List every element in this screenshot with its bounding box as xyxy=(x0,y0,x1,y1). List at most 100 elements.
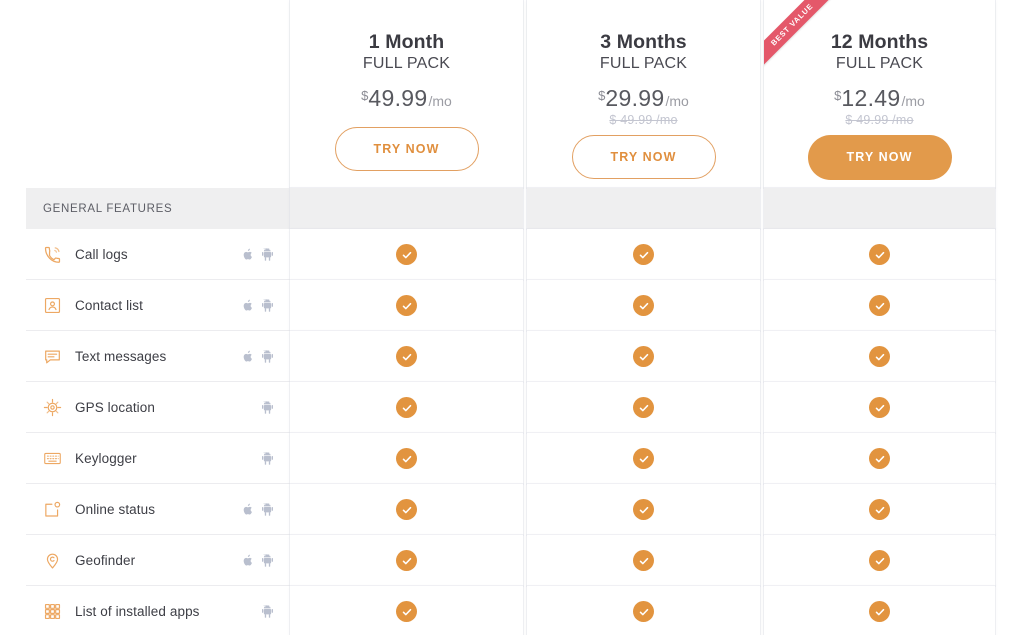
plan-cards-row: 1 Month FULL PACK $49.99/mo TRY NOW 3 Months… xyxy=(0,0,1024,188)
apple-icon xyxy=(243,554,254,567)
android-icon xyxy=(262,604,273,618)
check-icon xyxy=(869,601,890,622)
check-icon xyxy=(869,244,890,265)
android-icon xyxy=(262,298,273,312)
section-header-label: GENERAL FEATURES xyxy=(26,188,290,229)
plan-old-price: $ 49.99 /mo xyxy=(609,113,678,128)
feature-availability-cell xyxy=(764,382,995,433)
feature-row: Online status xyxy=(0,484,1024,535)
check-icon xyxy=(869,295,890,316)
feature-name-cell: GPS location xyxy=(26,382,290,433)
map-pin-icon xyxy=(43,551,62,570)
feature-name-cell: Online status xyxy=(26,484,290,535)
feature-name-cell: Geofinder xyxy=(26,535,290,586)
check-icon xyxy=(869,346,890,367)
feature-availability-cell xyxy=(290,586,523,635)
apple-icon xyxy=(243,248,254,261)
check-icon xyxy=(869,397,890,418)
check-icon xyxy=(396,499,417,520)
android-icon xyxy=(262,247,273,261)
feature-label: Text messages xyxy=(75,348,167,364)
feature-availability-cell xyxy=(527,586,760,635)
keyboard-icon xyxy=(43,449,62,468)
feature-availability-cell xyxy=(764,229,995,280)
feature-availability-cell xyxy=(764,280,995,331)
android-icon xyxy=(262,451,273,465)
feature-label: Call logs xyxy=(75,246,128,262)
feature-row: GPS location xyxy=(0,382,1024,433)
price-amount: 12.49 xyxy=(841,85,901,112)
apple-icon xyxy=(243,299,254,312)
check-icon xyxy=(396,397,417,418)
price-period: /mo xyxy=(428,93,452,110)
platform-support xyxy=(243,604,273,618)
feature-row: List of installed apps xyxy=(0,586,1024,635)
contact-card-icon xyxy=(43,296,62,315)
try-now-button[interactable]: TRY NOW xyxy=(807,135,952,181)
plan-title: 12 Months xyxy=(830,31,929,53)
feature-row: Text messages xyxy=(0,331,1024,382)
check-icon xyxy=(396,550,417,571)
platform-support xyxy=(243,451,273,465)
check-icon xyxy=(396,244,417,265)
feature-availability-cell xyxy=(290,433,523,484)
feature-availability-cell xyxy=(527,331,760,382)
platform-support xyxy=(243,298,273,312)
feature-availability-cell xyxy=(290,229,523,280)
check-icon xyxy=(633,244,654,265)
check-icon xyxy=(633,448,654,469)
feature-name-cell: List of installed apps xyxy=(26,586,290,635)
feature-label: Contact list xyxy=(75,297,143,313)
check-icon xyxy=(869,550,890,571)
check-icon xyxy=(396,601,417,622)
feature-row: Contact list xyxy=(0,280,1024,331)
feature-name-cell: Text messages xyxy=(26,331,290,382)
plan-12-months-card: BEST VALUE 12 Months FULL PACK $12.49/mo $ 4… xyxy=(764,0,995,188)
check-icon xyxy=(633,295,654,316)
feature-row: Geofinder xyxy=(0,535,1024,586)
platform-support xyxy=(243,247,273,261)
check-icon xyxy=(633,499,654,520)
section-header-cell-plan-1 xyxy=(290,188,523,229)
platform-support xyxy=(243,502,273,516)
platform-support xyxy=(243,553,273,567)
feature-row: Call logs xyxy=(0,229,1024,280)
plan-price: $29.99/mo xyxy=(527,85,760,112)
feature-availability-cell xyxy=(290,331,523,382)
feature-availability-cell xyxy=(764,586,995,635)
app-grid-icon xyxy=(43,602,62,621)
feature-availability-cell xyxy=(764,331,995,382)
plan-subtitle: FULL PACK xyxy=(835,55,924,73)
android-icon xyxy=(262,349,273,363)
feature-availability-cell xyxy=(764,433,995,484)
check-icon xyxy=(633,550,654,571)
check-icon xyxy=(633,397,654,418)
feature-availability-cell xyxy=(527,229,760,280)
feature-availability-cell xyxy=(527,382,760,433)
feature-comparison-table: GENERAL FEATURES Call logs Contact list Te… xyxy=(0,188,1024,635)
check-icon xyxy=(869,499,890,520)
android-icon xyxy=(262,502,273,516)
feature-availability-cell xyxy=(290,382,523,433)
feature-label: Keylogger xyxy=(75,450,137,466)
price-period: /mo xyxy=(901,93,925,110)
try-now-button[interactable]: TRY NOW xyxy=(334,127,479,172)
phone-call-icon xyxy=(43,245,62,264)
feature-availability-cell xyxy=(290,535,523,586)
feature-availability-cell xyxy=(764,535,995,586)
section-header-cell-plan-2 xyxy=(527,188,760,229)
check-icon xyxy=(396,346,417,367)
plan-price: $12.49/mo xyxy=(764,85,995,112)
feature-label: List of installed apps xyxy=(75,603,200,619)
online-status-icon xyxy=(43,500,62,519)
pricing-comparison-page: 1 Month FULL PACK $49.99/mo TRY NOW 3 Months… xyxy=(0,0,1024,635)
section-header-row: GENERAL FEATURES xyxy=(0,188,1024,229)
check-icon xyxy=(633,601,654,622)
feature-row: Keylogger xyxy=(0,433,1024,484)
try-now-button[interactable]: TRY NOW xyxy=(571,135,716,180)
feature-availability-cell xyxy=(527,280,760,331)
check-icon xyxy=(396,295,417,316)
feature-name-cell: Contact list xyxy=(26,280,290,331)
apple-icon xyxy=(243,350,254,363)
feature-availability-cell xyxy=(290,280,523,331)
